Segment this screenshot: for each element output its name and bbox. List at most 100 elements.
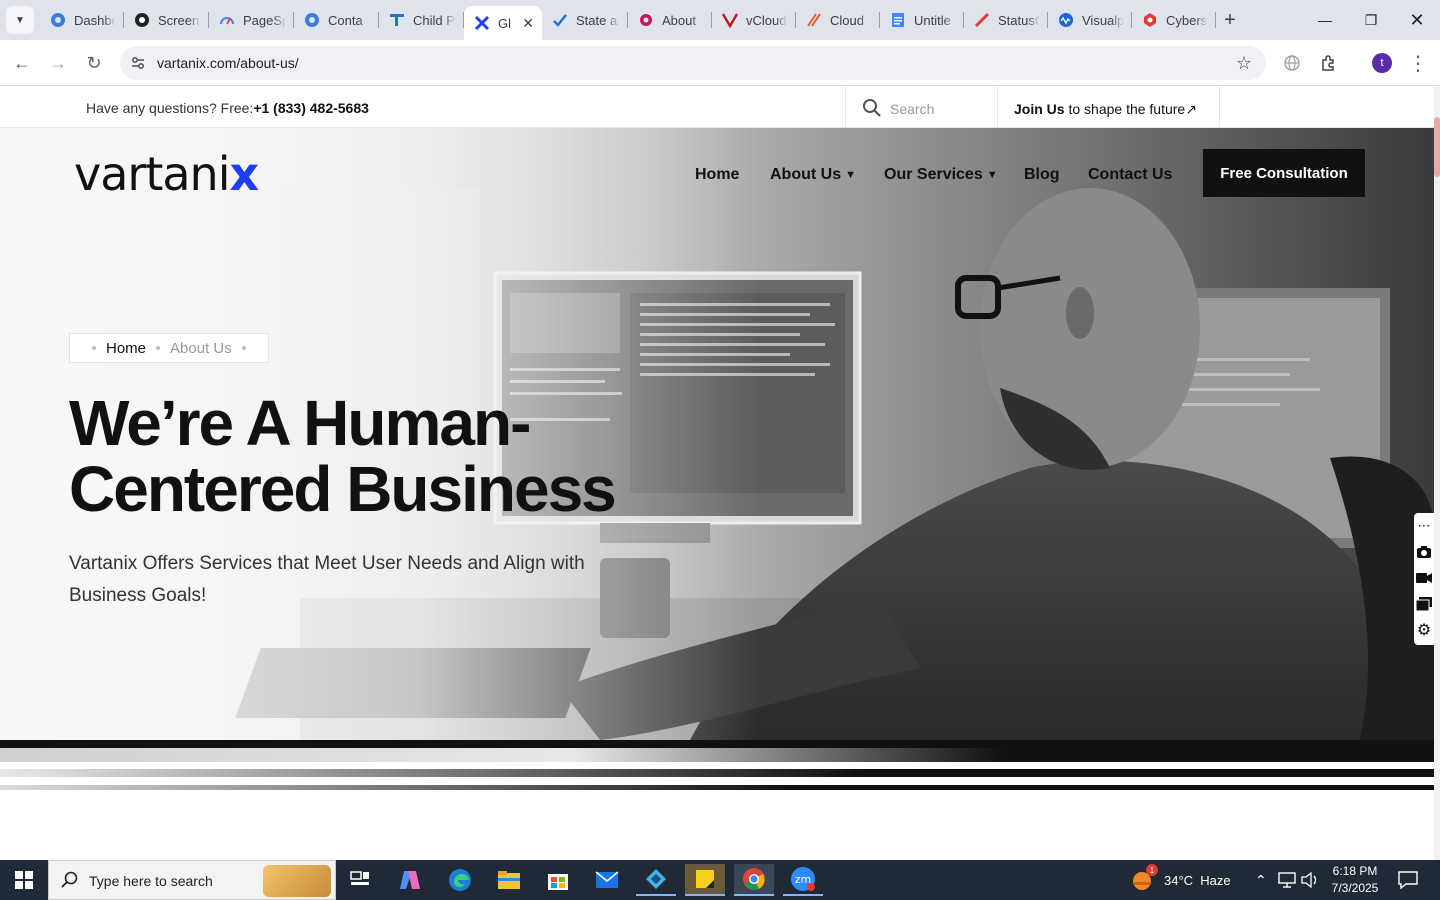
phone-number[interactable]: +1 (833) 482-5683 xyxy=(253,100,369,116)
vcloud-icon xyxy=(722,12,738,28)
more-options-icon[interactable]: ⋯ xyxy=(1414,513,1434,539)
nav-services-label: Our Services xyxy=(884,166,983,183)
nav-about-us[interactable]: About Us ▼ xyxy=(770,166,856,184)
app-diamond-icon[interactable] xyxy=(636,864,676,896)
browser-tab[interactable]: Conta xyxy=(294,6,379,34)
page-title: We’re A Human- Centered Business xyxy=(69,390,689,522)
scrollbar-thumb[interactable] xyxy=(1434,117,1440,177)
join-us-link[interactable]: Join Us to shape the future ↗ xyxy=(998,87,1220,128)
file-explorer-icon[interactable] xyxy=(489,864,529,896)
nav-blog[interactable]: Blog xyxy=(1024,166,1060,184)
tab-search-button[interactable]: ▼ xyxy=(6,6,34,34)
nav-contact-us[interactable]: Contact Us xyxy=(1088,166,1172,184)
browser-tab[interactable]: Visualp xyxy=(1048,6,1132,34)
url-text[interactable]: vartanix.com/about-us/ xyxy=(157,55,299,71)
volume-icon[interactable] xyxy=(1301,860,1319,900)
window-copy-icon[interactable] xyxy=(1414,591,1434,617)
clock-time: 6:18 PM xyxy=(1332,864,1378,878)
logo-x-mark: x xyxy=(229,147,259,201)
tab-strip: ▼ Dashbo Screen PageSp Conta Child P Gl ✕ State… xyxy=(0,0,1440,40)
breadcrumb-dot xyxy=(156,346,161,350)
free-consultation-button[interactable]: Free Consultation xyxy=(1203,149,1365,197)
translate-icon[interactable] xyxy=(1278,49,1306,77)
weather-widget[interactable]: 1 34°C Haze xyxy=(1130,860,1231,900)
browser-tab[interactable]: Dashbo xyxy=(40,6,124,34)
divider-stripe xyxy=(0,769,1434,777)
tab-title: Cybers xyxy=(1166,12,1208,28)
browser-tab[interactable]: StatusC xyxy=(964,6,1048,34)
contact-phone[interactable]: Have any questions? Free:+1 (833) 482-56… xyxy=(86,100,369,116)
site-settings-icon[interactable] xyxy=(130,55,146,76)
close-tab-icon[interactable]: ✕ xyxy=(522,15,534,32)
weather-badge: 1 xyxy=(1146,864,1158,876)
taskbar-search-placeholder[interactable]: Type here to search xyxy=(89,873,213,889)
settings-gear-icon[interactable]: ⚙ xyxy=(1414,617,1434,643)
breadcrumb-dot xyxy=(241,346,246,350)
chevron-down-icon: ▼ xyxy=(15,14,25,26)
browser-tab[interactable]: Gl ✕ xyxy=(464,6,542,40)
tab-title: PageSp xyxy=(243,12,286,28)
bookmark-star-icon[interactable]: ☆ xyxy=(1236,53,1252,74)
browser-tab[interactable]: Child P xyxy=(379,6,464,34)
browser-tab[interactable]: Screen xyxy=(124,6,209,34)
camera-icon[interactable] xyxy=(1414,539,1434,565)
taskbar-clock[interactable]: 6:18 PM 7/3/2025 xyxy=(1320,863,1390,897)
page-title-line-1: We’re A Human- xyxy=(69,387,531,459)
browser-tab[interactable]: Untitle xyxy=(880,6,964,34)
join-us-text: to shape the future xyxy=(1064,101,1186,117)
browser-tab[interactable]: State a xyxy=(542,6,628,34)
network-icon[interactable] xyxy=(1278,860,1296,900)
notifications-icon[interactable] xyxy=(1398,860,1418,900)
sticky-notes-icon[interactable] xyxy=(685,864,725,896)
tab-title: Dashbo xyxy=(74,12,116,28)
browser-tab[interactable]: vCloud xyxy=(712,6,796,34)
nav-our-services[interactable]: Our Services ▼ xyxy=(884,166,998,184)
globe-blue-icon xyxy=(50,12,66,28)
browser-tab[interactable]: About xyxy=(628,6,712,34)
site-search[interactable]: Search xyxy=(845,87,998,128)
minimize-button[interactable]: — xyxy=(1302,0,1348,40)
tab-title: State a xyxy=(576,12,618,28)
restore-button[interactable]: ❐ xyxy=(1348,0,1394,40)
forward-button[interactable]: → xyxy=(44,49,72,77)
visualping-icon xyxy=(1058,12,1074,28)
edge-icon[interactable] xyxy=(440,864,480,896)
search-icon xyxy=(862,98,882,123)
page-scrollbar[interactable] xyxy=(1434,87,1440,860)
copilot-icon[interactable] xyxy=(390,864,430,896)
search-placeholder[interactable]: Search xyxy=(890,101,934,117)
web-page: Have any questions? Free:+1 (833) 482-56… xyxy=(0,87,1434,860)
zoom-icon[interactable]: zm xyxy=(783,864,823,896)
search-icon xyxy=(61,871,79,894)
close-window-button[interactable]: ✕ xyxy=(1394,0,1440,40)
back-button[interactable]: ← xyxy=(8,49,36,77)
browser-menu-icon[interactable]: ⋮ xyxy=(1404,49,1432,77)
tab-title: Screen xyxy=(158,12,200,28)
hero-subtitle: Vartanix Offers Services that Meet User … xyxy=(69,553,585,606)
task-view-icon[interactable] xyxy=(340,864,380,896)
store-icon[interactable] xyxy=(538,864,578,896)
reload-button[interactable]: ↻ xyxy=(80,49,108,77)
windows-taskbar: Type here to search zm 1 34°C Haze ⌃ 6:1… xyxy=(0,860,1440,900)
weather-sun-icon: 1 xyxy=(1130,864,1158,892)
profile-avatar[interactable]: t xyxy=(1372,53,1392,73)
extensions-icon[interactable] xyxy=(1315,49,1343,77)
mail-icon[interactable] xyxy=(587,864,627,896)
nav-home[interactable]: Home xyxy=(695,166,739,184)
taskbar-search[interactable]: Type here to search xyxy=(48,860,336,900)
vartanix-logo[interactable]: vartanix xyxy=(74,151,259,197)
tray-overflow-icon[interactable]: ⌃ xyxy=(1255,860,1267,900)
browser-tab[interactable]: PageSp xyxy=(209,6,294,34)
breadcrumb-home[interactable]: Home xyxy=(106,340,146,357)
browser-tab[interactable]: Cloud xyxy=(796,6,880,34)
video-camera-icon[interactable] xyxy=(1414,565,1434,591)
browser-tab[interactable]: Cybers xyxy=(1132,6,1216,34)
address-bar[interactable]: vartanix.com/about-us/ ☆ xyxy=(120,46,1266,80)
breadcrumb-current: About Us xyxy=(170,339,232,357)
new-tab-button[interactable]: + xyxy=(1216,6,1244,34)
chrome-icon[interactable] xyxy=(734,864,774,896)
contact-icon xyxy=(304,12,320,28)
start-button[interactable] xyxy=(0,860,48,900)
divider-stripe xyxy=(0,785,1434,790)
site-topbar: Have any questions? Free:+1 (833) 482-56… xyxy=(0,87,1434,128)
